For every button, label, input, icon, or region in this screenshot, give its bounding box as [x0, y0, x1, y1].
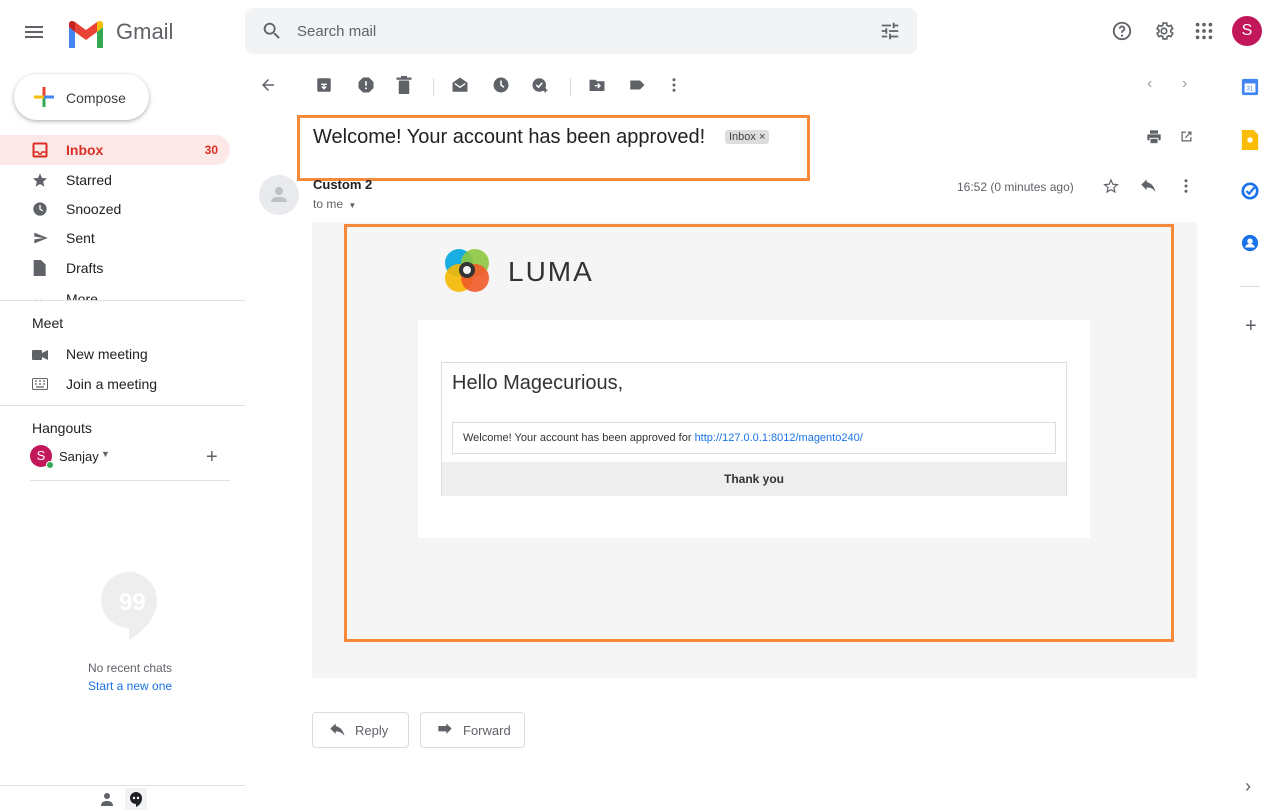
sidebar-item-drafts[interactable]: Drafts: [0, 253, 230, 283]
hangouts-user-name: Sanjay: [59, 449, 99, 464]
help-icon[interactable]: [1111, 20, 1133, 42]
gmail-logo-icon[interactable]: [66, 18, 106, 48]
svg-text:31: 31: [1246, 86, 1254, 93]
recipient-details[interactable]: to me ▼: [313, 197, 356, 211]
delete-trash-icon[interactable]: [396, 76, 412, 94]
compose-button[interactable]: Compose: [14, 74, 149, 120]
clock-icon: [32, 201, 48, 217]
back-arrow-icon[interactable]: [259, 76, 277, 94]
sidebar-item-label: Sent: [66, 230, 95, 246]
reply-arrow-icon: [329, 723, 345, 737]
compose-label: Compose: [66, 90, 126, 106]
svg-text:99: 99: [119, 589, 146, 616]
get-addons-plus-icon[interactable]: +: [1245, 315, 1257, 338]
search-input[interactable]: [297, 20, 817, 42]
search-icon[interactable]: [261, 20, 283, 42]
online-status-dot: [46, 461, 54, 469]
sidebar-item-more[interactable]: ⌄ More: [0, 286, 245, 300]
start-new-chat-link[interactable]: Start a new one: [88, 679, 172, 693]
join-meeting-item[interactable]: Join a meeting: [0, 370, 230, 398]
mark-unread-icon[interactable]: [451, 76, 469, 94]
sender-avatar[interactable]: [259, 175, 299, 215]
reply-label: Reply: [355, 723, 389, 738]
sidebar-item-label: Starred: [66, 172, 112, 188]
app-title: Gmail: [116, 19, 174, 44]
search-options-icon[interactable]: [879, 20, 901, 42]
toolbar-divider: [433, 78, 434, 96]
hangouts-tab-icon[interactable]: [125, 788, 147, 810]
contacts-icon[interactable]: [1241, 234, 1259, 252]
more-vert-icon[interactable]: [670, 76, 678, 94]
prev-message-icon[interactable]: ‹: [1147, 75, 1152, 93]
divider: [0, 300, 245, 301]
new-meeting-item[interactable]: New meeting: [0, 340, 230, 368]
sidebar-item-snoozed[interactable]: Snoozed: [0, 194, 230, 224]
dropdown-caret-icon[interactable]: ▼: [101, 449, 110, 459]
recipient-label: to me: [313, 197, 344, 211]
sidebar-item-sent[interactable]: Sent: [0, 223, 230, 253]
archive-icon[interactable]: [315, 76, 333, 94]
chevron-down-icon: ⌄: [33, 290, 45, 300]
tasks-icon[interactable]: [1241, 182, 1259, 200]
video-camera-icon: [32, 349, 48, 361]
hangouts-user[interactable]: S Sanjay ▼: [30, 445, 230, 471]
inbox-icon: [32, 142, 48, 158]
divider: [30, 480, 230, 481]
reply-button[interactable]: Reply: [312, 712, 409, 748]
join-meeting-label: Join a meeting: [66, 376, 158, 392]
body-highlight-box: [344, 224, 1174, 642]
add-hangout-icon[interactable]: +: [206, 446, 218, 469]
top-bar: Gmail S: [0, 0, 1284, 64]
google-apps-icon[interactable]: [1193, 20, 1215, 42]
no-recent-chats-text: No recent chats: [88, 661, 173, 675]
star-icon: [32, 172, 48, 188]
draft-icon: [32, 260, 46, 276]
subject-highlight-box: [297, 115, 810, 181]
divider: [0, 405, 245, 406]
sidebar-item-starred[interactable]: Starred: [0, 165, 230, 195]
recipient-dropdown-icon: ▼: [348, 201, 357, 210]
move-to-folder-icon[interactable]: [588, 76, 606, 94]
sender-name: Custom 2: [313, 177, 373, 192]
contacts-person-icon[interactable]: [100, 792, 114, 806]
compose-plus-icon: [32, 85, 56, 109]
sidebar-item-label: Snoozed: [66, 201, 122, 217]
main-menu-icon[interactable]: [22, 20, 46, 44]
new-meeting-label: New meeting: [66, 346, 148, 362]
sidebar-item-label: Inbox: [66, 142, 104, 158]
forward-button[interactable]: Forward: [420, 712, 525, 748]
message-more-icon[interactable]: [1183, 177, 1189, 195]
chat-quote-icon: 99: [101, 572, 157, 640]
account-avatar[interactable]: S: [1232, 16, 1262, 46]
reply-icon[interactable]: [1140, 179, 1156, 193]
show-side-panel-chevron-icon[interactable]: ›: [1245, 776, 1251, 797]
divider: [0, 785, 245, 786]
more-label: More: [66, 291, 98, 300]
open-in-new-window-icon[interactable]: [1179, 129, 1194, 144]
rail-divider: [1240, 286, 1260, 287]
forward-label: Forward: [463, 723, 511, 738]
sidebar-item-inbox[interactable]: Inbox 30: [0, 135, 230, 165]
send-icon: [32, 230, 50, 246]
next-message-icon[interactable]: ›: [1182, 75, 1187, 93]
add-to-tasks-icon[interactable]: [531, 76, 549, 94]
sidebar-item-label: Drafts: [66, 260, 104, 276]
forward-arrow-icon: [437, 723, 453, 737]
hangouts-title: Hangouts: [32, 420, 92, 436]
settings-gear-icon[interactable]: [1153, 20, 1175, 42]
star-message-icon[interactable]: [1103, 178, 1119, 194]
keyboard-icon: [32, 378, 48, 390]
calendar-icon[interactable]: 31: [1241, 78, 1259, 96]
toolbar-divider: [570, 78, 571, 96]
snooze-clock-icon[interactable]: [492, 76, 510, 94]
report-spam-icon[interactable]: [357, 76, 375, 94]
search-bar[interactable]: [245, 8, 917, 54]
keep-notes-icon[interactable]: [1241, 130, 1259, 150]
print-icon[interactable]: [1146, 129, 1162, 145]
unread-count-badge: 30: [204, 143, 218, 157]
meet-title: Meet: [32, 315, 64, 331]
message-timestamp: 16:52 (0 minutes ago): [957, 180, 1074, 194]
label-tag-icon[interactable]: [628, 76, 646, 94]
